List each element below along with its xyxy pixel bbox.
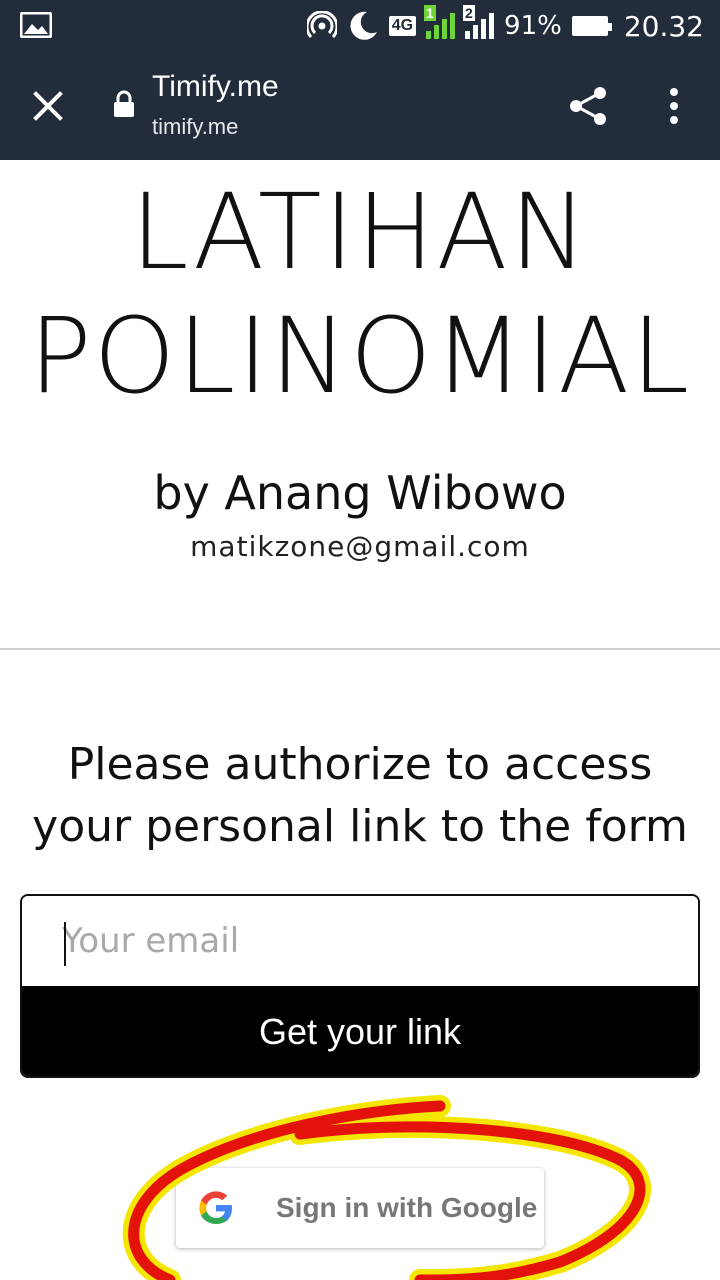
divider xyxy=(0,648,720,650)
form-title: LATIHAN POLINOMIAL xyxy=(0,170,720,418)
page-url: timify.me xyxy=(152,114,239,139)
prompt-line2: your personal link to the form xyxy=(32,801,688,852)
sim-2-signal-icon: 2 xyxy=(463,5,495,39)
sim-1-signal-icon: 1 xyxy=(424,5,456,39)
status-icons: 4G 1 2 91% 20.32 xyxy=(306,5,704,46)
more-vert-icon[interactable] xyxy=(660,84,688,128)
google-logo-icon xyxy=(199,1191,232,1224)
author-email: matikzone@gmail.com xyxy=(190,530,530,563)
do-not-disturb-moon-icon xyxy=(350,11,377,40)
gallery-icon xyxy=(20,12,52,38)
page-title: Timify.me xyxy=(152,70,279,103)
get-link-button[interactable]: Get your link xyxy=(22,986,698,1076)
close-icon[interactable] xyxy=(28,86,68,126)
status-bar: 4G 1 2 91% 20.32 xyxy=(0,0,720,52)
author-name: by Anang Wibowo xyxy=(153,466,567,520)
clock: 20.32 xyxy=(623,9,704,43)
text-caret xyxy=(64,922,66,966)
share-icon[interactable] xyxy=(566,84,610,128)
battery-percent: 91% xyxy=(504,11,562,41)
form-title-line2: POLINOMIAL xyxy=(28,295,692,417)
prompt-line1: Please authorize to access xyxy=(67,739,653,790)
email-form: Get your link xyxy=(20,894,700,1078)
lock-icon xyxy=(114,90,134,117)
form-title-line1: LATIHAN xyxy=(130,171,590,293)
or-separator: or xyxy=(340,1106,358,1128)
authorize-prompt: Please authorize to access your personal… xyxy=(20,734,700,858)
browser-toolbar: Timify.me timify.me xyxy=(0,52,720,160)
email-input[interactable] xyxy=(22,896,698,986)
google-sign-in-button[interactable]: Sign in with Google xyxy=(176,1168,544,1248)
battery-icon xyxy=(571,16,612,36)
network-4g-icon: 4G xyxy=(388,16,417,36)
google-sign-in-label: Sign in with Google xyxy=(276,1192,538,1223)
hotspot-icon xyxy=(306,11,337,39)
